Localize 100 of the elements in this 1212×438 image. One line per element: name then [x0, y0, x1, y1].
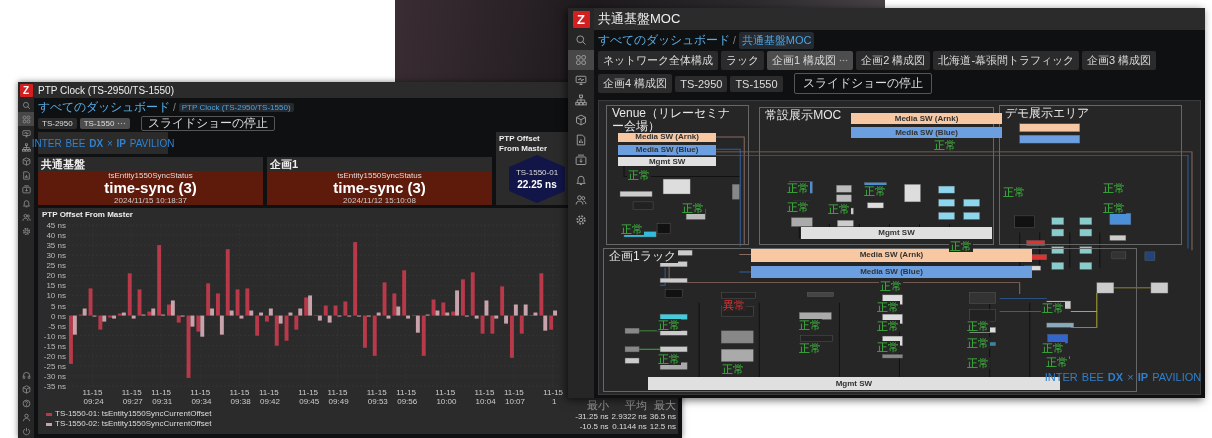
status-label: 正常 [620, 223, 645, 236]
breadcrumb-current[interactable]: 共通基盤MOC [738, 32, 815, 49]
settings-icon[interactable] [575, 214, 587, 226]
table-cell: 0.1144 ns [611, 422, 647, 432]
axis-label: 35 ns [46, 241, 66, 251]
monitor-icon[interactable] [575, 74, 587, 86]
table-cell: 36.5 ns [649, 412, 676, 422]
network-switch-bar: Media SW (Arnk) [851, 113, 1002, 124]
sidebar-item[interactable] [568, 50, 594, 70]
network-switch-bar: Media SW (Arnk) [618, 132, 717, 143]
network-switch-bar: Media SW (Blue) [618, 144, 717, 155]
axis-label: 10 ns [46, 291, 66, 301]
axis-label: -10 ns [43, 331, 66, 341]
breadcrumb-link[interactable]: すべてのダッシュボード [38, 98, 170, 116]
network-switch-bar: Media SW (Blue) [851, 127, 1002, 138]
axis-label: 20 ns [46, 271, 66, 281]
status-label: 正常 [876, 320, 901, 333]
status-label: 正常 [1040, 302, 1065, 314]
widget-title: 共通基盤 [40, 157, 86, 171]
dashboard-tab[interactable]: ネットワーク全体構成 [598, 51, 718, 70]
cube-icon[interactable] [575, 114, 587, 126]
status-label: 正常 [1101, 181, 1126, 194]
dashboard-tab[interactable]: TS-1550 [730, 75, 783, 92]
network-switch-bar: Media SW (Blue) [751, 265, 1032, 279]
timestamp: 2024/11/12 15:10:08 [343, 196, 416, 205]
status-label: 正常 [1101, 202, 1126, 214]
axis-label: -20 ns [43, 351, 66, 361]
dashboard-tab[interactable]: 企画4 構成図 [598, 74, 673, 93]
legend-label: TS-1550-02: tsEntity1550SyncCurrentOffset [55, 419, 212, 429]
axis-label: -35 ns [43, 382, 66, 391]
axis-label: 11-15 09:49 [327, 388, 349, 406]
column-header: 最大 [653, 399, 676, 412]
dashboard-tab[interactable]: 北海道-幕張間トラフィック [933, 51, 1080, 70]
axis-label: 0 ns [50, 311, 66, 321]
users-icon[interactable] [575, 194, 587, 206]
status-label: 正常 [827, 202, 852, 215]
status-label: 正常 [1001, 186, 1026, 199]
status-label: 正常 [863, 185, 888, 198]
dashboard-tab[interactable]: TS-2950 [38, 118, 77, 129]
status-label: 正常 [786, 201, 811, 214]
axis-label: 25 ns [46, 261, 66, 271]
host-name: TS-1550-01 [515, 168, 559, 177]
status-label: 異常 [722, 299, 747, 312]
logo[interactable]: Z [19, 83, 33, 97]
axis-label: 11-15 10:04 [474, 388, 496, 406]
network-switch-bar: Mgmt SW [618, 157, 717, 166]
logo[interactable]: Z [572, 10, 590, 28]
timestamp: 2024/11/15 10:18:37 [114, 196, 187, 205]
section-title: 常設展示MOC [763, 109, 844, 123]
dashboard-tab[interactable]: 企画3 構成図 [1082, 51, 1157, 70]
axis-label: 11-15 09:45 [298, 388, 320, 406]
axis-label: 40 ns [46, 231, 66, 241]
dashboard-tab[interactable]: TS-2950 [675, 75, 728, 92]
dashboard-tab[interactable]: TS-1550 [79, 118, 131, 129]
axis-label: 11-15 09:42 [258, 388, 280, 406]
item-name: tsEntity1550SyncStatus [337, 171, 422, 180]
axis-label: 11-15 09:27 [121, 388, 143, 406]
grid-icon[interactable] [575, 54, 587, 66]
item-name: tsEntity1550SyncStatus [108, 171, 193, 180]
status-label: 正常 [932, 138, 957, 151]
axis-label: -15 ns [43, 341, 66, 351]
stop-slideshow-button[interactable]: スライドショーの停止 [141, 116, 276, 131]
status-label: 正常 [1044, 356, 1069, 369]
stop-slideshow-button[interactable]: スライドショーの停止 [793, 73, 932, 94]
axis-label: -25 ns [43, 361, 66, 371]
bell-icon[interactable] [575, 174, 587, 186]
table-cell-text: -10.5 ns [578, 422, 609, 432]
widget-title: PTP Offset From Master [499, 134, 548, 154]
window-title: 共通基盤MOC [598, 10, 681, 28]
axis-label: 5 ns [50, 301, 66, 311]
table-cell: 12.5 ns [649, 422, 676, 432]
status-label: 正常 [721, 362, 746, 375]
dashboard-tab[interactable]: ラック [721, 51, 764, 70]
breadcrumb-separator: / [733, 35, 736, 46]
status-label: 正常 [681, 202, 706, 214]
status-label: 正常 [876, 301, 901, 314]
breadcrumb-current[interactable]: PTP Clock (TS-2950/TS-1550) [178, 102, 294, 112]
axis-label: 30 ns [46, 251, 66, 261]
problem-value: time-sync (3) [333, 180, 426, 196]
dashboard-tab[interactable]: 企画1 構成図 [767, 51, 854, 70]
dashboard-tab[interactable]: 企画2 構成図 [856, 51, 931, 70]
search-icon[interactable] [575, 34, 587, 46]
hierarchy-icon[interactable] [575, 94, 587, 106]
column-header: 平均 [623, 399, 647, 412]
network-switch-bar: Mgmt SW [801, 227, 992, 239]
axis-label: 11-15 09:31 [151, 388, 173, 406]
status-label: 正常 [879, 280, 904, 293]
axis-label: 11-15 10:07 [503, 388, 526, 406]
breadcrumb-link[interactable]: すべてのダッシュボード [598, 32, 730, 49]
table-cell: -31.25 ns [575, 412, 609, 422]
status-label: 正常 [965, 337, 990, 350]
axis-label: -30 ns [43, 371, 66, 381]
axis-label: 11-15 09:38 [229, 388, 251, 406]
breadcrumb-separator: / [173, 101, 176, 113]
document-icon[interactable] [575, 134, 587, 146]
status-label: 正常 [948, 239, 973, 252]
table-cell: 2.9322 ns [611, 412, 647, 422]
axis-label: 15 ns [46, 281, 66, 291]
status-label: 正常 [627, 168, 652, 181]
tray-icon[interactable] [575, 154, 587, 166]
